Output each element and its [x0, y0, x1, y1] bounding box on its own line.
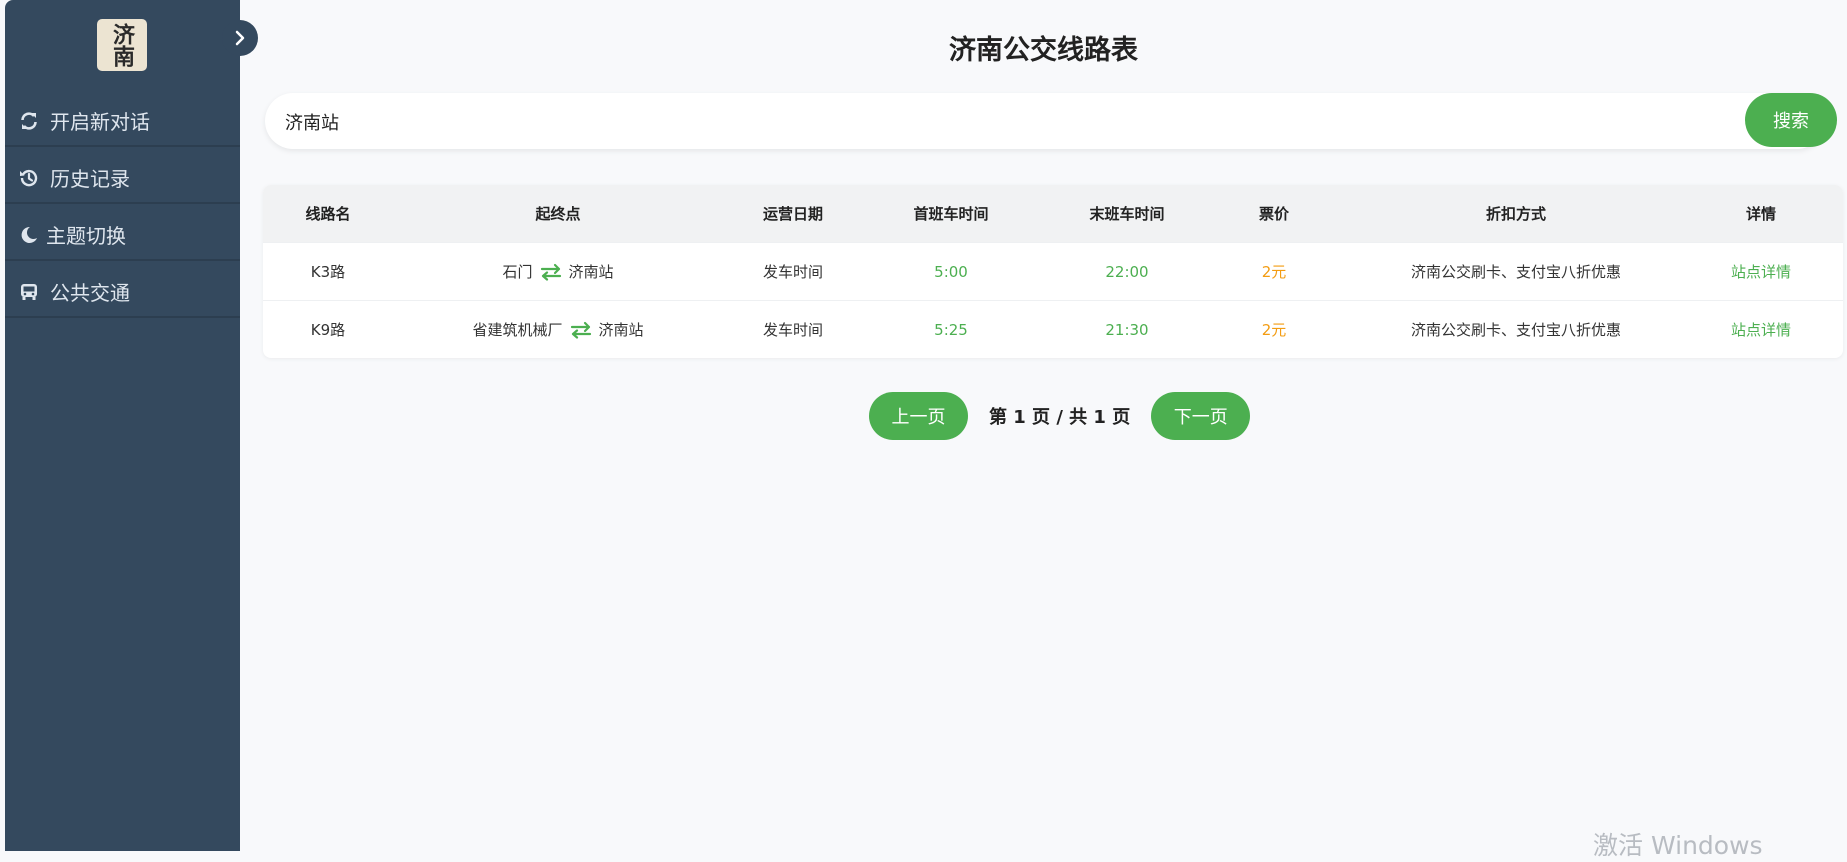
moon-icon — [18, 224, 40, 246]
bus-route-table: 线路名 起终点 运营日期 首班车时间 末班车时间 票价 折扣方式 详情 K3路 … — [263, 185, 1843, 358]
search-box — [265, 93, 1825, 149]
bus-icon — [18, 281, 40, 303]
search-button[interactable]: 搜索 — [1745, 93, 1837, 147]
fare: 2元 — [1261, 263, 1287, 281]
discount: 济南公交刷卡、支付宝八折优惠 — [1410, 263, 1621, 281]
route-name: K9路 — [310, 321, 346, 339]
discount: 济南公交刷卡、支付宝八折优惠 — [1410, 321, 1621, 339]
history-icon — [18, 167, 40, 189]
fare: 2元 — [1261, 321, 1287, 339]
prev-page-button[interactable]: 上一页 — [869, 392, 968, 440]
page-title: 济南公交线路表 — [949, 35, 1138, 66]
table-row: K9路 省建筑机械厂 济南站 发车时间 5:25 21:30 2元 济南公交刷卡… — [263, 301, 1843, 358]
station-detail-link[interactable]: 站点详情 — [1699, 261, 1823, 282]
page-info: 第 1 页 / 共 1 页 — [989, 407, 1131, 428]
sidebar-item-history[interactable]: 历史记录 — [5, 153, 240, 204]
column-header: 运营日期 — [762, 205, 823, 223]
route-endpoints: 石门 济南站 — [393, 261, 723, 282]
station-detail-link[interactable]: 站点详情 — [1699, 319, 1823, 340]
column-header: 详情 — [1745, 205, 1776, 223]
operating-date: 发车时间 — [762, 321, 823, 339]
route-start: 石门 — [502, 263, 533, 281]
route-end: 济南站 — [598, 321, 644, 339]
swap-arrows-icon — [570, 321, 591, 339]
sidebar-item-new-chat[interactable]: 开启新对话 — [5, 96, 240, 147]
operating-date: 发车时间 — [762, 263, 823, 281]
column-header: 末班车时间 — [1089, 205, 1165, 223]
table-row: K3路 石门 济南站 发车时间 5:00 22:00 2元 济南公交刷卡、支付宝… — [263, 243, 1843, 301]
column-header: 票价 — [1258, 205, 1289, 223]
windows-activation-watermark: 激活 Windows — [1593, 831, 1763, 860]
sidebar-item-label: 开启新对话 — [50, 110, 150, 134]
logo-text: 济南 — [109, 23, 135, 67]
sidebar-item-label: 公共交通 — [50, 281, 130, 305]
search-input[interactable] — [283, 101, 1707, 143]
last-bus-time: 21:30 — [1105, 320, 1149, 339]
route-end: 济南站 — [568, 263, 614, 281]
route-endpoints: 省建筑机械厂 济南站 — [393, 319, 723, 340]
sidebar-item-public-transport[interactable]: 公共交通 — [5, 267, 240, 318]
column-header: 起终点 — [535, 205, 581, 223]
column-header: 首班车时间 — [913, 205, 989, 223]
refresh-icon — [18, 110, 40, 132]
next-page-button[interactable]: 下一页 — [1151, 392, 1251, 440]
first-bus-time: 5:00 — [934, 262, 968, 281]
table-header-row: 线路名 起终点 运营日期 首班车时间 末班车时间 票价 折扣方式 详情 — [263, 185, 1843, 243]
first-bus-time: 5:25 — [934, 320, 968, 339]
last-bus-time: 22:00 — [1105, 262, 1149, 281]
route-name: K3路 — [310, 263, 346, 281]
app-logo: 济南 — [97, 19, 147, 71]
sidebar-item-label: 历史记录 — [50, 167, 130, 191]
pagination: 上一页 第 1 页 / 共 1 页 下一页 — [869, 392, 1251, 440]
sidebar-item-label: 主题切换 — [46, 224, 126, 248]
column-header: 线路名 — [305, 205, 351, 223]
route-start: 省建筑机械厂 — [472, 321, 563, 339]
column-header: 折扣方式 — [1485, 205, 1546, 223]
swap-arrows-icon — [540, 263, 561, 281]
sidebar-item-theme[interactable]: 主题切换 — [5, 210, 240, 261]
